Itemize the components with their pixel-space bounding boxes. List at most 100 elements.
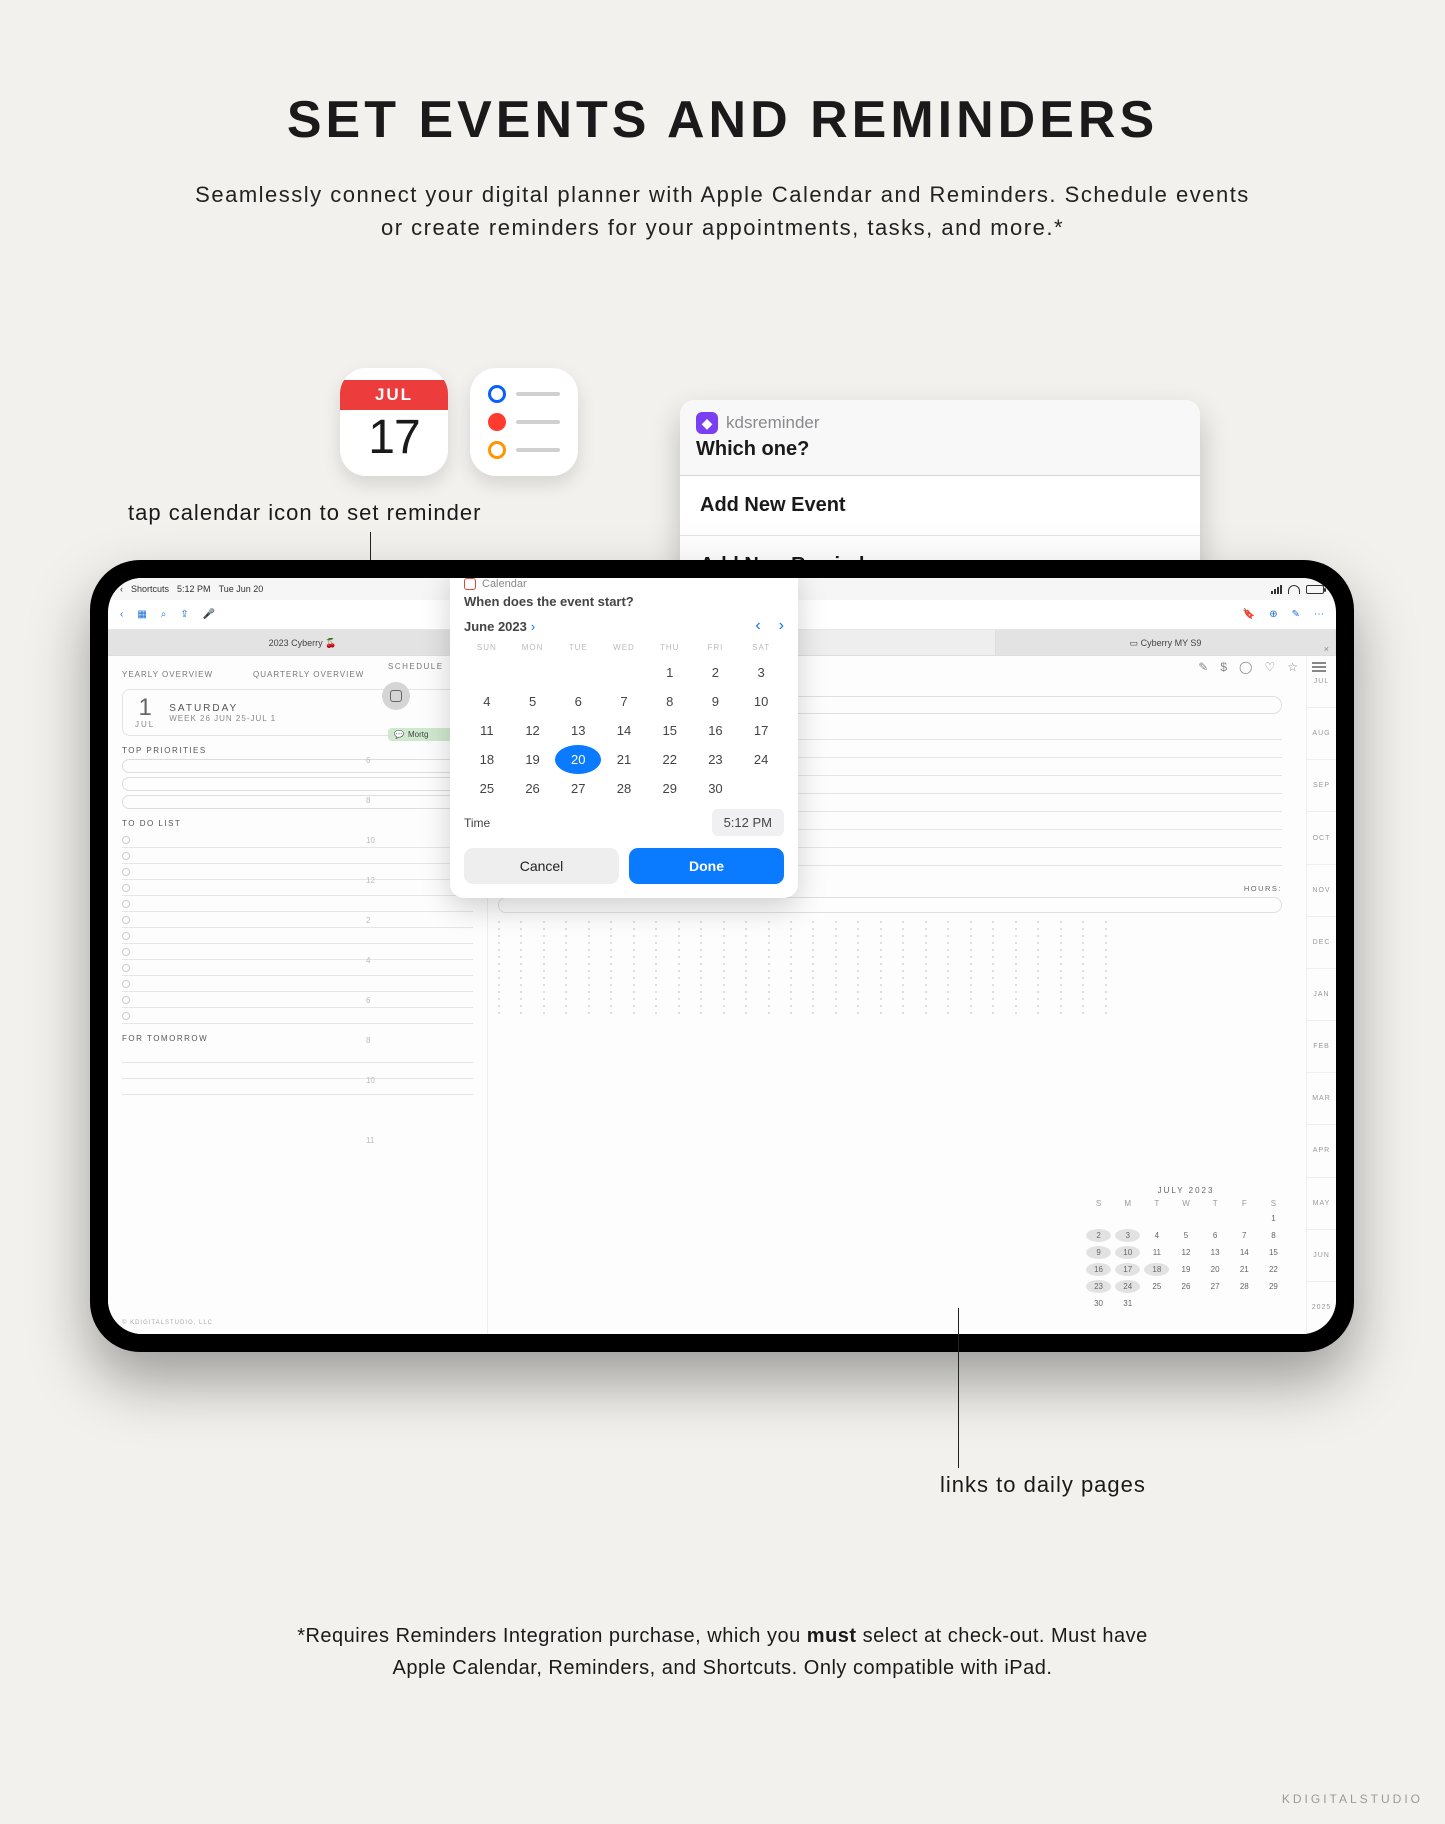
picker-day[interactable]: 9 bbox=[693, 687, 739, 716]
pencil-icon[interactable]: ✎ bbox=[1198, 660, 1208, 674]
mini-cal-day[interactable]: 24 bbox=[1115, 1280, 1140, 1293]
picker-day[interactable]: 26 bbox=[510, 774, 556, 803]
more-icon[interactable]: ⋯ bbox=[1314, 609, 1324, 620]
mini-cal-day[interactable]: 9 bbox=[1086, 1246, 1111, 1259]
mini-cal-day[interactable]: 23 bbox=[1086, 1280, 1111, 1293]
mini-cal-day[interactable]: 7 bbox=[1232, 1229, 1257, 1242]
picker-day[interactable]: 18 bbox=[464, 745, 510, 774]
side-tab-aug[interactable]: AUG bbox=[1307, 708, 1336, 760]
picker-day[interactable]: 12 bbox=[510, 716, 556, 745]
edit-icon[interactable]: ✎ bbox=[1292, 609, 1300, 620]
heart-icon[interactable]: ♡ bbox=[1264, 660, 1275, 674]
cancel-button[interactable]: Cancel bbox=[464, 848, 619, 884]
picker-day[interactable]: 25 bbox=[464, 774, 510, 803]
search-icon[interactable]: ⌕ bbox=[161, 609, 167, 620]
mini-cal-day[interactable]: 1 bbox=[1261, 1212, 1286, 1225]
option-add-new-event[interactable]: Add New Event bbox=[680, 476, 1200, 536]
picker-day[interactable]: 17 bbox=[738, 716, 784, 745]
picker-day[interactable]: 23 bbox=[693, 745, 739, 774]
mic-icon[interactable]: 🎤 bbox=[203, 609, 215, 620]
mini-cal-day[interactable]: 31 bbox=[1115, 1297, 1140, 1310]
picker-day[interactable]: 24 bbox=[738, 745, 784, 774]
share-icon[interactable]: ⇪ bbox=[180, 609, 188, 620]
mini-cal-day[interactable]: 27 bbox=[1203, 1280, 1228, 1293]
tab-yearly-overview[interactable]: YEARLY OVERVIEW bbox=[122, 670, 213, 679]
tab-left[interactable]: 2023 Cyberry 🍒× bbox=[108, 630, 498, 655]
picker-day[interactable]: 20 bbox=[555, 745, 601, 774]
back-chevron-icon[interactable]: ‹ bbox=[120, 584, 123, 594]
side-tab-mar[interactable]: MAR bbox=[1307, 1073, 1336, 1125]
mini-cal-day[interactable]: 8 bbox=[1261, 1229, 1286, 1242]
mini-cal-day[interactable]: 17 bbox=[1115, 1263, 1140, 1276]
back-icon[interactable]: ‹ bbox=[120, 609, 123, 620]
mini-cal-day[interactable]: 4 bbox=[1144, 1229, 1169, 1242]
picker-day[interactable]: 19 bbox=[510, 745, 556, 774]
prev-month-icon[interactable]: ‹ bbox=[755, 617, 760, 635]
next-month-icon[interactable]: › bbox=[779, 617, 784, 635]
side-tab-apr[interactable]: APR bbox=[1307, 1125, 1336, 1177]
star-icon[interactable]: ☆ bbox=[1287, 660, 1298, 674]
done-button[interactable]: Done bbox=[629, 848, 784, 884]
picker-day[interactable]: 8 bbox=[647, 687, 693, 716]
mini-cal-day[interactable]: 16 bbox=[1086, 1263, 1111, 1276]
side-tab-may[interactable]: MAY bbox=[1307, 1178, 1336, 1230]
mini-cal-day[interactable]: 11 bbox=[1144, 1246, 1169, 1259]
sleep-pill[interactable] bbox=[498, 897, 1282, 913]
thumbnails-icon[interactable]: ▦ bbox=[137, 609, 146, 620]
side-tab-jan[interactable]: JAN bbox=[1307, 969, 1336, 1021]
picker-month[interactable]: June 2023 bbox=[464, 619, 527, 634]
picker-day[interactable]: 16 bbox=[693, 716, 739, 745]
mini-cal-day[interactable]: 21 bbox=[1232, 1263, 1257, 1276]
chevron-right-icon[interactable]: › bbox=[531, 619, 535, 634]
mini-cal-day[interactable]: 22 bbox=[1261, 1263, 1286, 1276]
event-chip-mortgage[interactable]: 💬 Mortg bbox=[388, 728, 458, 741]
side-tab-feb[interactable]: FEB bbox=[1307, 1021, 1336, 1073]
mini-cal-day[interactable]: 30 bbox=[1086, 1297, 1111, 1310]
side-tab-oct[interactable]: OCT bbox=[1307, 812, 1336, 864]
side-tab-nov[interactable]: NOV bbox=[1307, 865, 1336, 917]
dollar-icon[interactable]: $ bbox=[1220, 660, 1227, 674]
picker-day[interactable]: 27 bbox=[555, 774, 601, 803]
picker-day[interactable]: 3 bbox=[738, 658, 784, 687]
mini-cal-day[interactable]: 10 bbox=[1115, 1246, 1140, 1259]
mini-cal-day[interactable]: 12 bbox=[1173, 1246, 1198, 1259]
picker-day[interactable]: 22 bbox=[647, 745, 693, 774]
picker-day[interactable]: 7 bbox=[601, 687, 647, 716]
side-tab-2025[interactable]: 2025 bbox=[1307, 1282, 1336, 1334]
picker-day[interactable]: 21 bbox=[601, 745, 647, 774]
dot-grid[interactable] bbox=[498, 921, 1122, 1014]
picker-day[interactable]: 14 bbox=[601, 716, 647, 745]
mini-cal-day[interactable]: 28 bbox=[1232, 1280, 1257, 1293]
picker-day[interactable]: 30 bbox=[693, 774, 739, 803]
mini-cal-day[interactable]: 6 bbox=[1203, 1229, 1228, 1242]
picker-day[interactable]: 2 bbox=[693, 658, 739, 687]
picker-day[interactable]: 28 bbox=[601, 774, 647, 803]
picker-time-value[interactable]: 5:12 PM bbox=[712, 809, 784, 836]
bookmark-icon[interactable]: 🔖 bbox=[1243, 609, 1255, 620]
side-tab-dec[interactable]: DEC bbox=[1307, 917, 1336, 969]
picker-day[interactable]: 13 bbox=[555, 716, 601, 745]
mini-cal-day[interactable]: 18 bbox=[1144, 1263, 1169, 1276]
mini-cal-day[interactable]: 3 bbox=[1115, 1229, 1140, 1242]
side-tab-jun[interactable]: JUN bbox=[1307, 1230, 1336, 1282]
mini-cal-day[interactable]: 20 bbox=[1203, 1263, 1228, 1276]
picker-day[interactable]: 6 bbox=[555, 687, 601, 716]
mini-cal-day[interactable]: 29 bbox=[1261, 1280, 1286, 1293]
tab-quarterly-overview[interactable]: QUARTERLY OVERVIEW bbox=[253, 670, 364, 679]
priorities-lines[interactable] bbox=[122, 759, 473, 809]
mini-cal-day[interactable]: 26 bbox=[1173, 1280, 1198, 1293]
side-tab-sep[interactable]: SEP bbox=[1307, 760, 1336, 812]
mini-cal-day[interactable]: 2 bbox=[1086, 1229, 1111, 1242]
picker-day[interactable]: 29 bbox=[647, 774, 693, 803]
mini-cal-day[interactable]: 5 bbox=[1173, 1229, 1198, 1242]
picker-day[interactable]: 10 bbox=[738, 687, 784, 716]
mini-cal-day[interactable]: 14 bbox=[1232, 1246, 1257, 1259]
status-back-label[interactable]: Shortcuts bbox=[131, 584, 169, 594]
tab-right[interactable]: ▭ Cyberry MY S9× bbox=[996, 630, 1336, 655]
circle-icon[interactable]: ◯ bbox=[1239, 660, 1252, 674]
picker-day[interactable]: 1 bbox=[647, 658, 693, 687]
picker-day[interactable]: 4 bbox=[464, 687, 510, 716]
todo-list[interactable] bbox=[122, 832, 473, 1024]
mini-cal-day[interactable]: 19 bbox=[1173, 1263, 1198, 1276]
add-page-icon[interactable]: ⊕ bbox=[1269, 609, 1277, 620]
